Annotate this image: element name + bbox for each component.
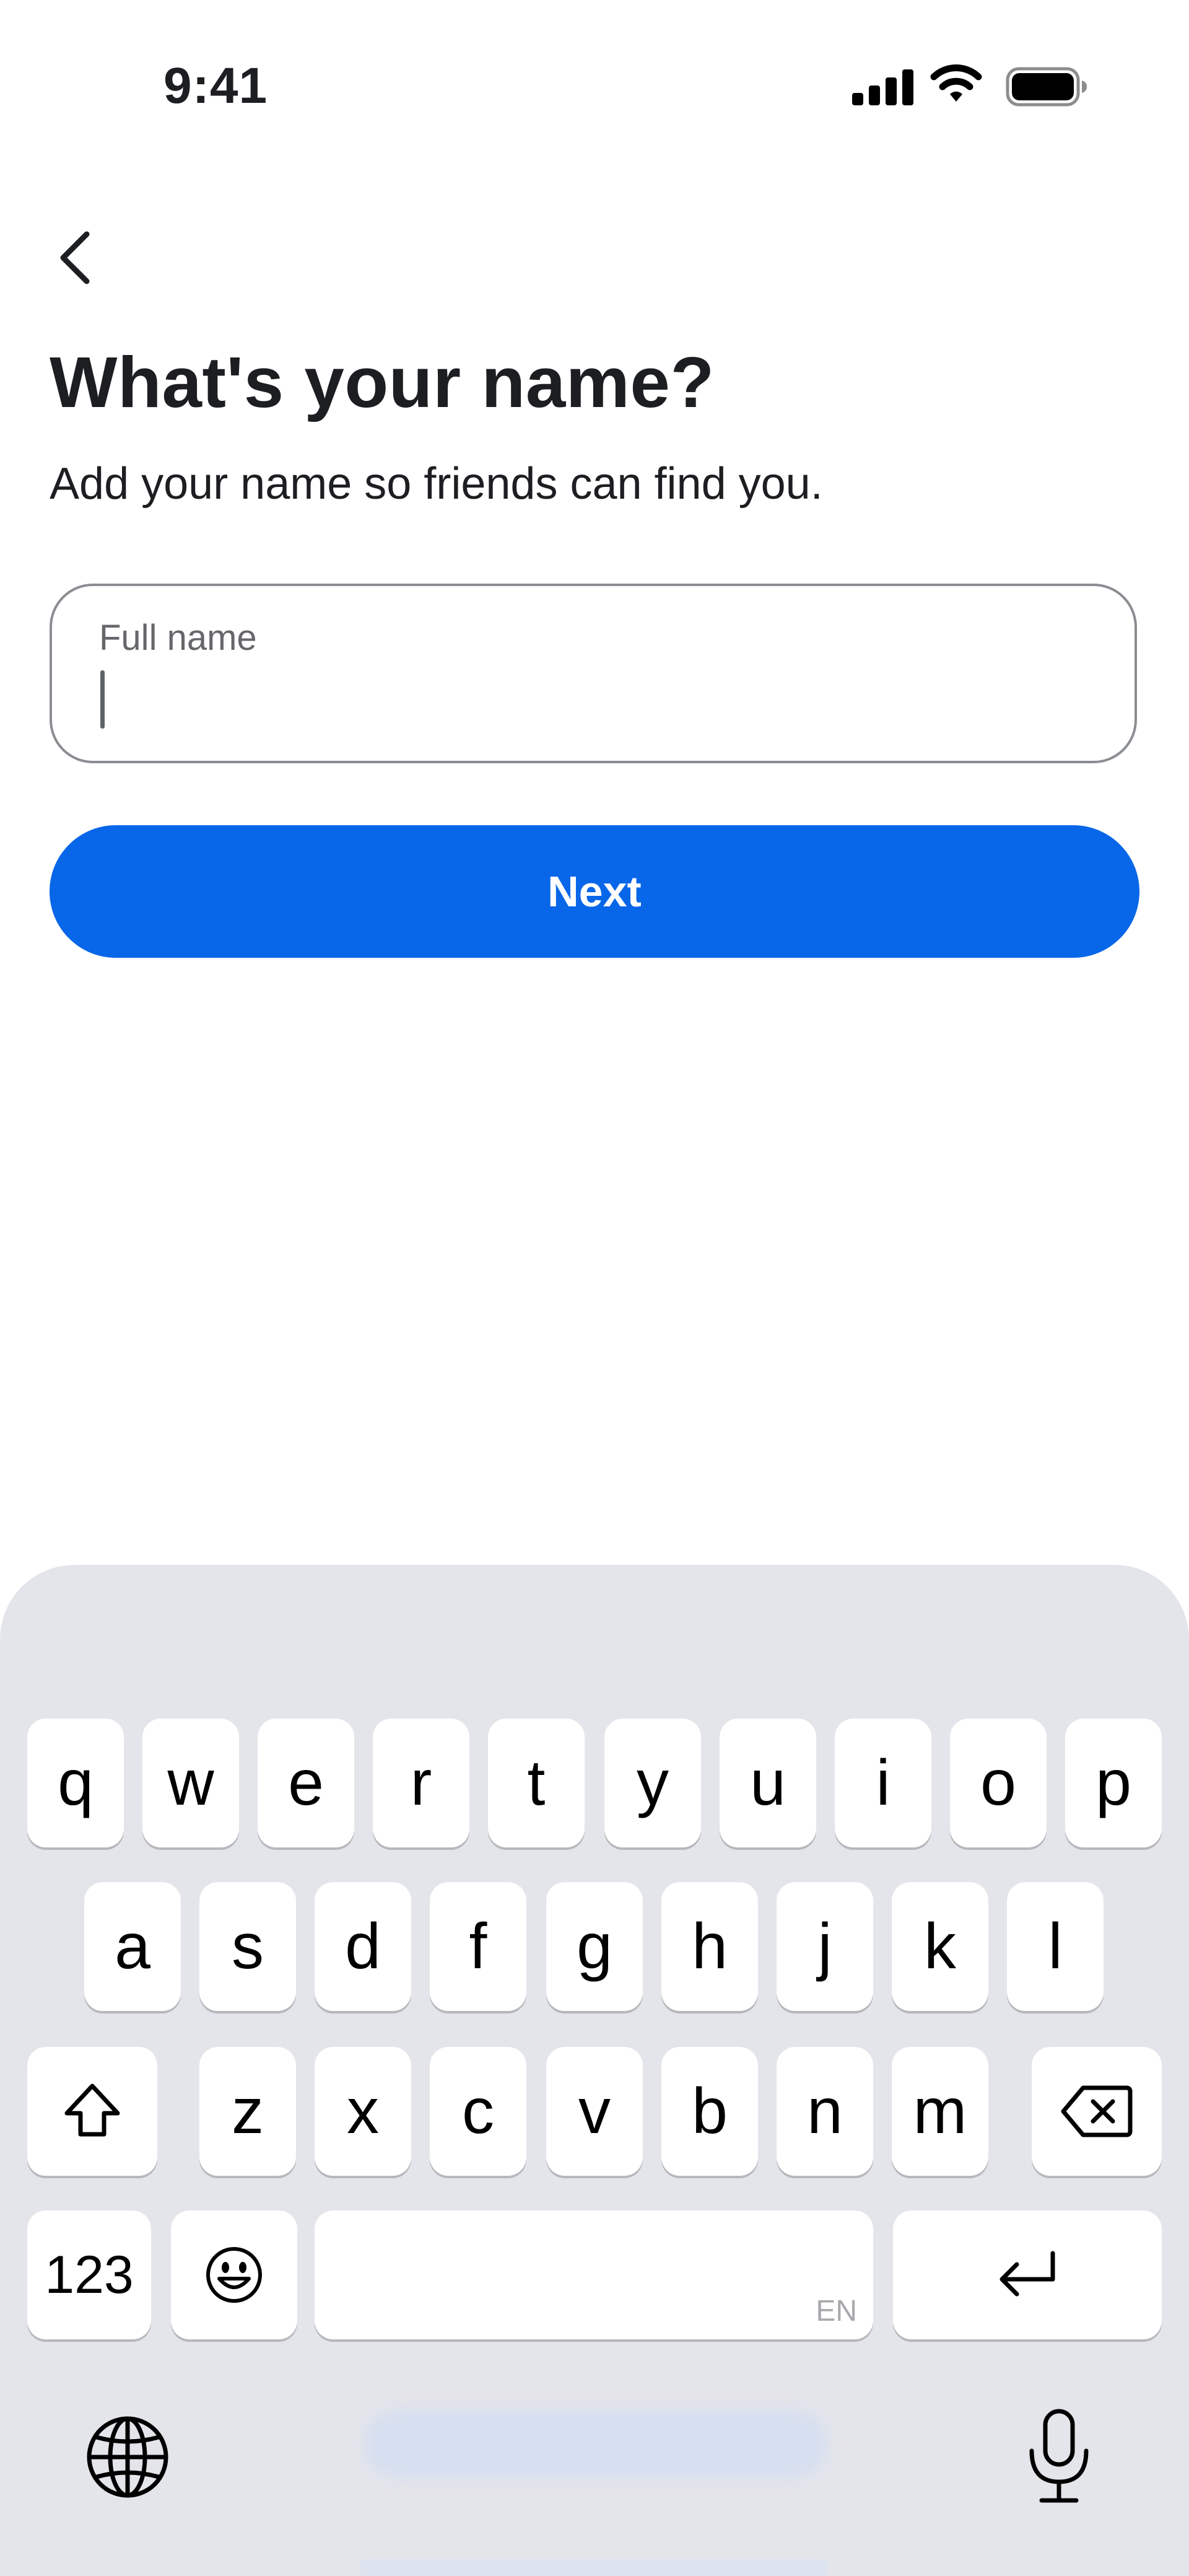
key-c[interactable]: c [430,2047,526,2176]
key-s[interactable]: s [199,1882,296,2011]
key-r[interactable]: r [373,1719,469,1847]
delete-backspace-icon [1061,2085,1133,2137]
next-button-label: Next [547,867,642,916]
status-time: 9:41 [163,58,268,114]
key-g[interactable]: g [546,1882,643,2011]
shift-key[interactable] [27,2047,157,2176]
key-v[interactable]: v [546,2047,643,2176]
emoji-icon [206,2247,262,2303]
full-name-label: Full name [99,618,257,658]
shift-icon [64,2083,120,2137]
key-u[interactable]: u [720,1719,816,1847]
key-p[interactable]: p [1065,1719,1162,1847]
suggestion-glow [363,2410,829,2478]
key-e[interactable]: e [258,1719,354,1847]
return-icon [1000,2251,1055,2297]
cellular-signal-icon [852,69,913,105]
text-caret [100,670,105,729]
key-w[interactable]: w [142,1719,239,1847]
key-h[interactable]: h [661,1882,758,2011]
page-title: What's your name? [50,342,715,423]
key-a[interactable]: a [84,1882,181,2011]
key-j[interactable]: j [777,1882,873,2011]
next-button[interactable]: Next [50,825,1139,958]
return-key[interactable] [893,2210,1162,2339]
page-subtitle: Add your name so friends can find you. [50,459,823,509]
emoji-key[interactable] [171,2210,297,2339]
key-b[interactable]: b [661,2047,758,2176]
key-d[interactable]: d [315,1882,411,2011]
keyboard: q w e r t y u i o p a s d f g h j k l z … [0,1565,1189,2576]
key-i[interactable]: i [835,1719,931,1847]
key-y[interactable]: y [604,1719,701,1847]
key-x[interactable]: x [315,2047,411,2176]
chevron-left-icon[interactable] [51,227,100,289]
key-m[interactable]: m [892,2047,988,2176]
key-q[interactable]: q [27,1719,124,1847]
microphone-icon[interactable] [1022,2407,1096,2507]
key-t[interactable]: t [488,1719,585,1847]
space-language-label: EN [816,2295,857,2328]
space-key[interactable]: EN [315,2210,873,2339]
globe-icon[interactable] [84,2414,171,2500]
full-name-field[interactable]: Full name [50,584,1137,763]
key-k[interactable]: k [892,1882,988,2011]
key-z[interactable]: z [199,2047,296,2176]
home-indicator [358,2559,829,2576]
battery-icon [1006,67,1087,107]
key-n[interactable]: n [777,2047,873,2176]
key-f[interactable]: f [430,1882,526,2011]
numbers-key[interactable]: 123 [27,2210,151,2339]
wifi-icon [930,64,982,102]
delete-key[interactable] [1032,2047,1162,2176]
key-l[interactable]: l [1007,1882,1104,2011]
key-o[interactable]: o [950,1719,1047,1847]
